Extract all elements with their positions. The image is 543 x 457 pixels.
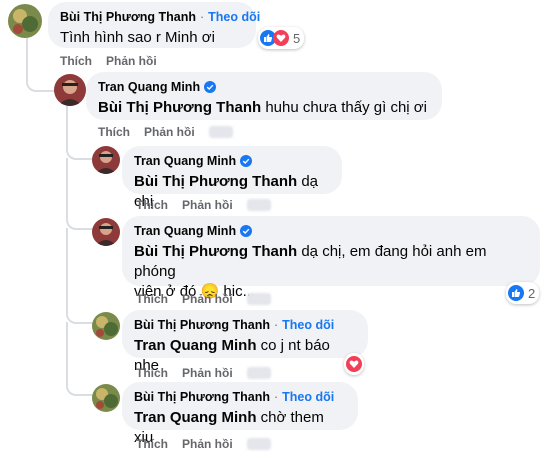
comment-author[interactable]: Bùi Thị Phương Thanh	[60, 10, 196, 24]
comment-bubble: Tran Quang Minh Bùi Thị Phương Thanh huh…	[86, 72, 442, 120]
reaction-count: 2	[528, 285, 536, 301]
comment-actions: Thích Phản hồi	[136, 292, 271, 306]
verified-icon	[240, 225, 253, 237]
comment-bubble: Tran Quang Minh Bùi Thị Phương Thanh dạ …	[122, 146, 342, 210]
like-reaction-icon	[508, 285, 524, 301]
comment-actions: Thích Phản hồi	[98, 125, 233, 139]
thread-line	[66, 228, 94, 324]
like-button[interactable]: Thích	[60, 54, 92, 68]
comment-actions: Thích Phản hồi	[136, 198, 271, 212]
comment-actions: Thích Phản hồi	[136, 366, 271, 380]
mention-link[interactable]: Bùi Thị Phương Thanh	[134, 173, 297, 190]
reply-button[interactable]: Phản hồi	[144, 125, 195, 139]
like-button[interactable]: Thích	[98, 125, 130, 139]
redacted-timestamp	[208, 126, 233, 138]
reply-button[interactable]: Phản hồi	[106, 54, 157, 68]
reaction-count: 5	[293, 30, 301, 46]
comment-actions: Thích Phản hồi	[60, 54, 157, 68]
heart-reaction-icon	[346, 356, 362, 372]
verified-icon	[204, 81, 217, 93]
comment-author[interactable]: Tran Quang Minh	[98, 80, 200, 94]
comment-bubble: Bùi Thị Phương Thanh · Theo dõi Tran Qua…	[122, 382, 358, 446]
thread-line	[66, 158, 94, 230]
comment-author[interactable]: Tran Quang Minh	[134, 154, 236, 168]
avatar[interactable]	[54, 74, 86, 106]
mention-link[interactable]: Bùi Thị Phương Thanh	[98, 99, 261, 116]
comment-bubble: Bùi Thị Phương Thanh · Theo dõi Tình hìn…	[48, 2, 260, 48]
avatar[interactable]	[92, 218, 120, 246]
comment-author[interactable]: Bùi Thị Phương Thanh	[134, 390, 270, 404]
reply-button[interactable]: Phản hồi	[182, 366, 233, 380]
follow-link[interactable]: Theo dõi	[282, 318, 334, 332]
redacted-timestamp	[246, 293, 271, 305]
mention-link[interactable]: Tran Quang Minh	[134, 337, 257, 354]
thread-line	[66, 322, 94, 396]
comment-author[interactable]: Bùi Thị Phương Thanh	[134, 318, 270, 332]
avatar[interactable]	[8, 4, 42, 38]
like-button[interactable]: Thích	[136, 292, 168, 306]
separator-dot: ·	[273, 390, 279, 404]
reply-button[interactable]: Phản hồi	[182, 292, 233, 306]
separator-dot: ·	[273, 318, 279, 332]
reaction-summary[interactable]: 2	[506, 282, 540, 304]
like-button[interactable]: Thích	[136, 437, 168, 451]
heart-reaction-icon	[273, 30, 289, 46]
follow-link[interactable]: Theo dõi	[282, 390, 334, 404]
redacted-timestamp	[246, 199, 271, 211]
thread-line	[26, 38, 56, 92]
mention-link[interactable]: Tran Quang Minh	[134, 409, 257, 426]
separator-dot: ·	[199, 10, 205, 24]
reaction-summary[interactable]	[344, 353, 364, 375]
comment-author[interactable]: Tran Quang Minh	[134, 224, 236, 238]
follow-link[interactable]: Theo dõi	[208, 10, 260, 24]
like-button[interactable]: Thích	[136, 198, 168, 212]
reaction-summary[interactable]: 5	[258, 27, 305, 49]
avatar[interactable]	[92, 384, 120, 412]
reply-button[interactable]: Phản hồi	[182, 437, 233, 451]
reply-button[interactable]: Phản hồi	[182, 198, 233, 212]
comment-text: Tình hình sao r Minh ơi	[60, 29, 215, 46]
like-button[interactable]: Thích	[136, 366, 168, 380]
redacted-timestamp	[246, 367, 271, 379]
comment-bubble: Bùi Thị Phương Thanh · Theo dõi Tran Qua…	[122, 310, 368, 374]
mention-link[interactable]: Bùi Thị Phương Thanh	[134, 243, 297, 260]
comment-text: Bùi Thị Phương Thanh huhu chưa thấy gì c…	[98, 99, 427, 116]
avatar[interactable]	[92, 146, 120, 174]
comment-bubble: Tran Quang Minh Bùi Thị Phương Thanh dạ …	[122, 216, 540, 300]
redacted-timestamp	[246, 438, 271, 450]
comment-actions: Thích Phản hồi	[136, 437, 271, 451]
verified-icon	[240, 155, 253, 167]
avatar[interactable]	[92, 312, 120, 340]
